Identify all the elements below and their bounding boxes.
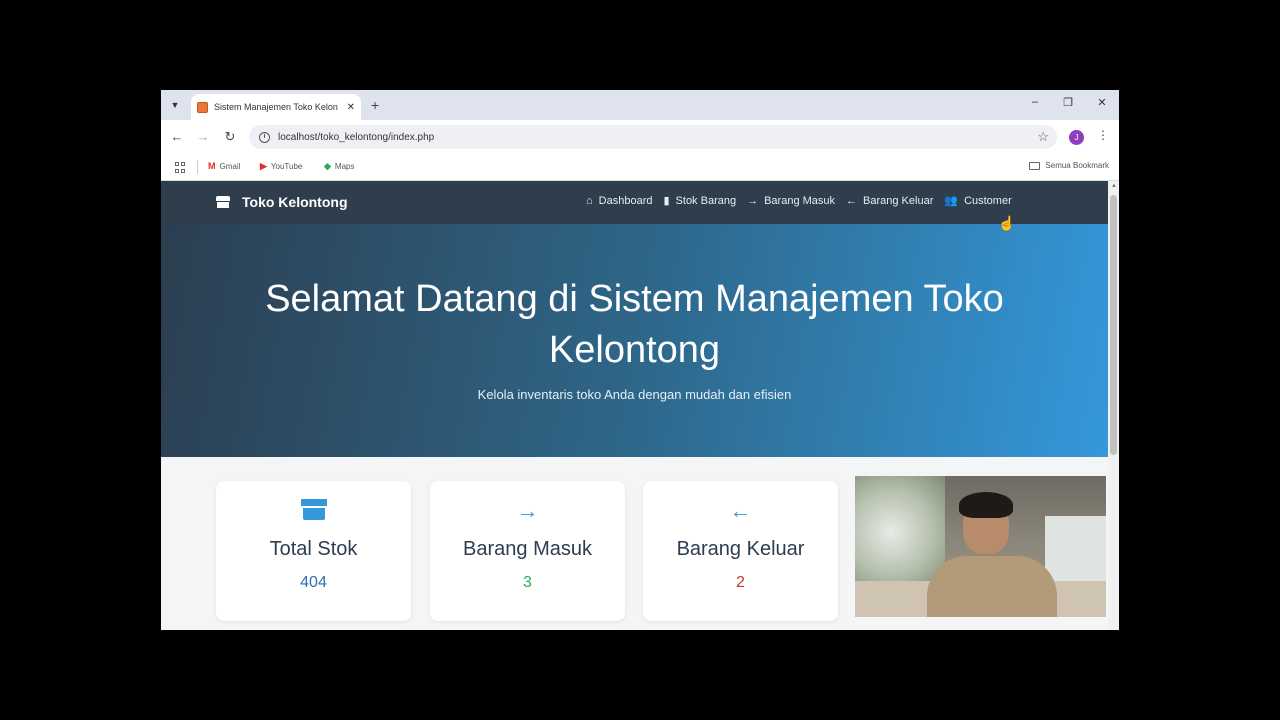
users-icon: 👥 <box>944 195 959 207</box>
tab-close-icon[interactable]: ✕ <box>347 102 355 113</box>
nav-label: Customer <box>964 194 1012 207</box>
scroll-up-icon[interactable]: ▲ <box>1111 183 1117 189</box>
all-bookmarks-label: Semua Bookmark <box>1045 161 1109 170</box>
menu-icon[interactable]: ⋮ <box>1097 128 1109 142</box>
nav-label: Barang Masuk <box>764 194 836 207</box>
card-title: Barang Masuk <box>463 538 592 560</box>
nav-customer[interactable]: 👥 Customer <box>944 194 1012 208</box>
all-bookmarks-button[interactable]: Semua Bookmark <box>1029 161 1109 170</box>
box-icon: ▮ <box>663 195 670 207</box>
bookmark-label: YouTube <box>270 162 303 171</box>
scroll-thumb[interactable] <box>1110 195 1117 455</box>
forward-icon[interactable]: → <box>195 129 211 145</box>
hero-subtitle: Kelola inventaris toko Anda dengan mudah… <box>477 387 792 402</box>
card-barang-masuk: → Barang Masuk 3 <box>430 481 625 621</box>
bookmark-maps[interactable]: ◆ Maps <box>324 161 354 172</box>
arrow-right-icon: → <box>747 194 759 207</box>
bookmark-star-icon[interactable]: ☆ <box>1037 129 1049 145</box>
arrow-left-icon: ← <box>846 194 858 207</box>
new-tab-icon[interactable]: + <box>371 97 379 113</box>
browser-toolbar: ← → ↻ i localhost/toko_kelontong/index.p… <box>161 120 1119 154</box>
tab-search-icon[interactable]: ▼ <box>167 97 183 113</box>
brand-link[interactable]: Toko Kelontong <box>216 194 348 210</box>
card-title: Total Stok <box>269 538 358 560</box>
tab-active[interactable]: Sistem Manajemen Toko Kelon ✕ <box>191 94 361 120</box>
card-value: 2 <box>736 574 745 591</box>
card-title: Barang Keluar <box>676 538 805 560</box>
brand-name: Toko Kelontong <box>242 194 348 210</box>
store-icon <box>216 196 230 208</box>
gmail-icon: M <box>208 161 216 171</box>
nav-barang-masuk[interactable]: → Barang Masuk <box>747 195 835 207</box>
profile-avatar[interactable]: J <box>1069 130 1084 145</box>
url-text[interactable]: localhost/toko_kelontong/index.php <box>278 132 434 143</box>
browser-window: ▼ Sistem Manajemen Toko Kelon ✕ + – ❐ ✕ … <box>161 90 1119 630</box>
nav-stok-barang[interactable]: ▮ Stok Barang <box>663 194 737 208</box>
reload-icon[interactable]: ↻ <box>222 129 238 145</box>
card-barang-keluar: ← Barang Keluar 2 <box>643 481 838 621</box>
bookmark-label: Maps <box>334 162 355 171</box>
address-bar[interactable]: i localhost/toko_kelontong/index.php ☆ <box>249 125 1057 149</box>
favicon-icon <box>197 101 208 113</box>
page-scrollbar[interactable]: ▲ <box>1108 181 1119 630</box>
bookmark-youtube[interactable]: ▶ YouTube <box>260 161 302 172</box>
folder-icon <box>1029 161 1041 170</box>
close-window-icon[interactable]: ✕ <box>1094 96 1110 109</box>
maps-icon: ◆ <box>324 161 331 171</box>
bookmark-label: Gmail <box>219 161 241 171</box>
nav-links: ⌂ Dashboard ▮ Stok Barang → Barang Masuk… <box>586 194 1023 208</box>
mouse-cursor-icon: ☝ <box>998 215 1016 231</box>
bookmark-gmail[interactable]: M Gmail <box>208 161 240 171</box>
site-navbar: Toko Kelontong ⌂ Dashboard ▮ Stok Barang… <box>161 181 1108 224</box>
hero-banner: Selamat Datang di Sistem Manajemen Toko … <box>161 224 1108 457</box>
nav-barang-keluar[interactable]: ← Barang Keluar <box>846 195 933 207</box>
apps-grid-icon[interactable] <box>175 162 186 173</box>
restore-icon[interactable]: ❐ <box>1060 96 1076 109</box>
hero-title: Selamat Datang di Sistem Manajemen Toko … <box>265 278 1004 371</box>
card-value: 3 <box>523 574 532 591</box>
arrow-right-icon: → <box>516 498 539 523</box>
arrow-left-icon: ← <box>729 498 752 523</box>
box-open-icon <box>216 499 411 525</box>
nav-dashboard[interactable]: ⌂ Dashboard <box>586 195 652 207</box>
webcam-overlay <box>855 476 1106 617</box>
back-icon[interactable]: ← <box>169 129 185 145</box>
card-value: 404 <box>300 574 327 591</box>
site-info-icon[interactable]: i <box>259 131 270 143</box>
divider <box>197 160 198 174</box>
bookmarks-bar: M Gmail ▶ YouTube ◆ Maps Semua Bookmark <box>161 154 1119 181</box>
nav-label: Stok Barang <box>675 194 737 207</box>
tab-title: Sistem Manajemen Toko Kelon <box>214 102 338 112</box>
minimize-icon[interactable]: – <box>1027 96 1043 108</box>
tab-strip: ▼ Sistem Manajemen Toko Kelon ✕ + – ❐ ✕ <box>161 90 1119 120</box>
nav-label: Dashboard <box>598 194 653 207</box>
youtube-icon: ▶ <box>260 161 267 171</box>
home-icon: ⌂ <box>586 194 593 207</box>
nav-label: Barang Keluar <box>863 194 934 207</box>
card-total-stok: Total Stok 404 <box>216 481 411 621</box>
